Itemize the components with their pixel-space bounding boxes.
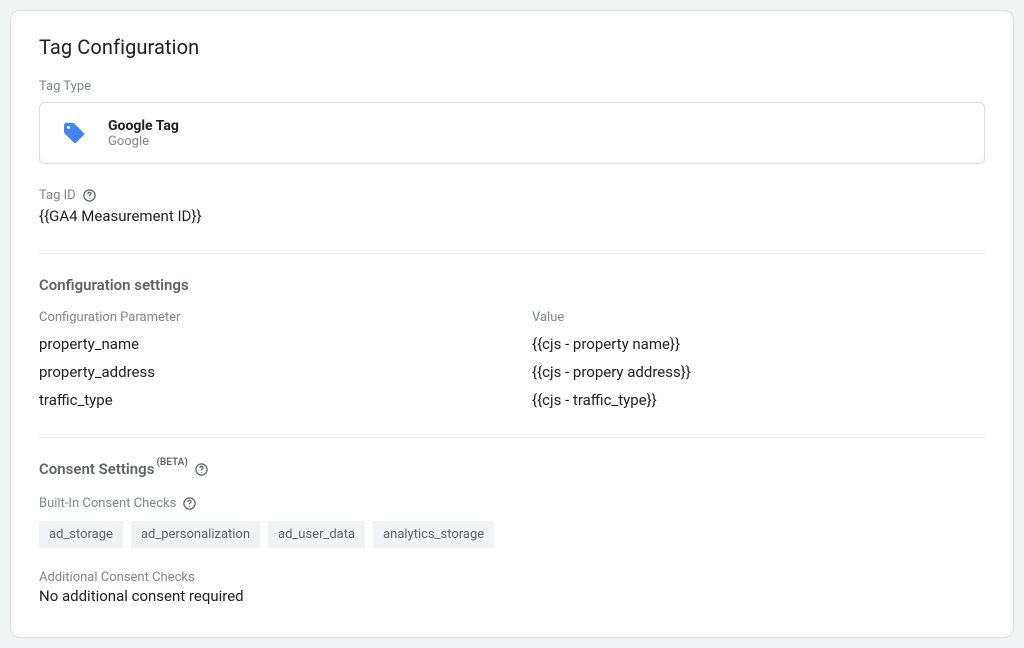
page-title: Tag Configuration: [39, 35, 985, 59]
google-tag-icon: [56, 115, 92, 151]
config-settings-title: Configuration settings: [39, 276, 985, 294]
built-in-consent-label: Built-In Consent Checks: [39, 496, 176, 511]
col-header-value: Value: [532, 310, 985, 325]
config-settings-table: Configuration Parameter Value property_n…: [39, 310, 985, 409]
tag-configuration-card: Tag Configuration Tag Type Google Tag Go…: [10, 10, 1014, 638]
consent-chip: ad_personalization: [131, 521, 260, 548]
config-param: property_name: [39, 335, 492, 353]
consent-chip: ad_storage: [39, 521, 123, 548]
consent-chip: analytics_storage: [373, 521, 494, 548]
divider: [39, 437, 985, 438]
config-param: property_address: [39, 363, 492, 381]
consent-chip: ad_user_data: [268, 521, 365, 548]
tag-type-name: Google Tag: [108, 118, 179, 134]
tag-id-label-row: Tag ID: [39, 188, 985, 203]
config-param: traffic_type: [39, 391, 492, 409]
additional-consent-label: Additional Consent Checks: [39, 570, 985, 585]
tag-id-value: {{GA4 Measurement ID}}: [39, 207, 985, 225]
tag-type-vendor: Google: [108, 134, 179, 149]
help-icon[interactable]: [82, 188, 97, 203]
additional-consent-value: No additional consent required: [39, 587, 985, 605]
built-in-label-row: Built-In Consent Checks: [39, 496, 985, 511]
tag-type-text: Google Tag Google: [108, 118, 179, 149]
consent-settings-title: Consent Settings(BETA): [39, 460, 188, 478]
config-value: {{cjs - property name}}: [532, 335, 985, 353]
config-value: {{cjs - traffic_type}}: [532, 391, 985, 409]
tag-type-label: Tag Type: [39, 79, 985, 94]
tag-id-label: Tag ID: [39, 188, 76, 203]
col-header-param: Configuration Parameter: [39, 310, 492, 325]
consent-settings-header: Consent Settings(BETA): [39, 460, 985, 478]
divider: [39, 253, 985, 254]
beta-badge: (BETA): [156, 457, 187, 468]
help-icon[interactable]: [182, 496, 197, 511]
consent-chips: ad_storage ad_personalization ad_user_da…: [39, 521, 985, 548]
help-icon[interactable]: [194, 462, 209, 477]
tag-type-selector[interactable]: Google Tag Google: [39, 102, 985, 164]
config-value: {{cjs - propery address}}: [532, 363, 985, 381]
